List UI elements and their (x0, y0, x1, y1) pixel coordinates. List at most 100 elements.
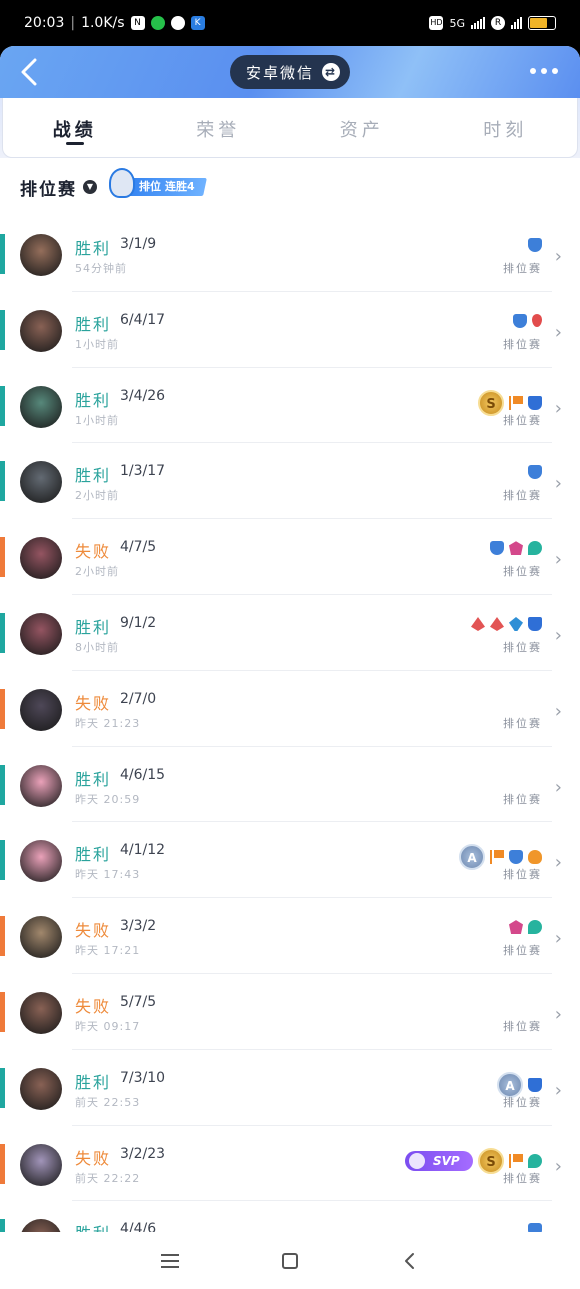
mvp-medal-icon (513, 313, 527, 328)
match-list: 胜利 3/1/9 54分钟前 排位赛 › 胜利 6/4/17 1小时前 排位赛 … (0, 216, 580, 1232)
mvp-medal-icon (528, 238, 542, 252)
match-result: 失败 (75, 693, 112, 713)
match-result: 胜利 (75, 1220, 111, 1232)
match-row[interactable]: 失败 2/7/0 昨天 21:23 排位赛 › (0, 671, 580, 747)
match-result: 失败 (75, 1148, 112, 1168)
match-mode: 排位赛 (503, 262, 542, 275)
match-row[interactable]: 胜利 1/3/17 2小时前 排位赛 › (0, 443, 580, 520)
account-switcher[interactable]: 安卓微信 ⇄ (229, 55, 350, 89)
match-kda: 4/6/15 (120, 766, 166, 783)
match-kda: 2/7/0 (120, 690, 157, 707)
match-badges (528, 1223, 542, 1232)
match-row[interactable]: 胜利 7/3/10 前天 22:53 A 排位赛 › (0, 1050, 580, 1126)
match-kda: 6/4/17 (120, 311, 166, 328)
match-row[interactable]: 胜利 9/1/2 8小时前 排位赛 › (0, 595, 580, 671)
hero-avatar (20, 1143, 62, 1186)
mode-filter[interactable]: 排位赛 ▼ 排位 连胜4 (0, 158, 580, 216)
match-time: 昨天 17:21 (75, 944, 141, 958)
tab-moments[interactable]: 时刻 (434, 98, 578, 157)
tabs-container: 战绩 荣誉 资产 时刻 (0, 98, 580, 158)
streak-count-label: 连胜4 (164, 180, 195, 193)
match-time: 前天 22:53 (75, 1095, 141, 1109)
tab-bar: 战绩 荣誉 资产 时刻 (2, 98, 578, 158)
system-nav-bar (0, 1232, 580, 1289)
match-badges (509, 920, 542, 935)
result-indicator (0, 1143, 5, 1184)
chevron-right-icon: › (554, 397, 562, 419)
chevron-right-icon: › (554, 1155, 562, 1177)
match-result: 失败 (75, 921, 112, 941)
match-result: 胜利 (75, 845, 112, 865)
result-indicator (0, 764, 5, 805)
match-row[interactable]: 胜利 4/1/12 昨天 17:43 A 排位赛 › (0, 822, 580, 899)
more-button[interactable] (530, 68, 558, 74)
chevron-right-icon: › (554, 549, 562, 571)
match-row[interactable]: 胜利 4/4/6 › (0, 1201, 580, 1232)
hero-avatar (20, 688, 62, 731)
match-row[interactable]: 失败 4/7/5 2小时前 排位赛 › (0, 519, 580, 595)
match-badges (528, 238, 542, 252)
match-result: 失败 (75, 542, 112, 562)
result-indicator (0, 537, 5, 578)
fire-medal-icon (528, 850, 542, 865)
match-time: 1小时前 (75, 337, 119, 351)
match-result: 胜利 (75, 390, 112, 410)
match-row[interactable]: 失败 5/7/5 昨天 09:17 排位赛 › (0, 974, 580, 1050)
home-button[interactable] (281, 1252, 298, 1269)
match-row[interactable]: 胜利 3/1/9 54分钟前 排位赛 › (0, 216, 580, 292)
nfc-icon: N (130, 16, 145, 30)
hero-avatar (20, 1067, 62, 1110)
mvp-medal-icon (528, 465, 542, 480)
r-icon: R (491, 16, 505, 30)
match-row[interactable]: 胜利 4/6/15 昨天 20:59 排位赛 › (0, 747, 580, 823)
chevron-down-icon: ▼ (83, 180, 97, 194)
status-time: 20:03 (24, 15, 65, 31)
swap-icon: ⇄ (322, 63, 340, 81)
match-mode: 排位赛 (503, 792, 542, 806)
tab-assets[interactable]: 资产 (290, 98, 434, 157)
match-result: 胜利 (75, 769, 112, 789)
match-row[interactable]: 失败 3/3/2 昨天 17:21 排位赛 › (0, 898, 580, 974)
demon-medal-icon (509, 920, 523, 935)
heart-medal-icon (528, 1153, 542, 1168)
demon-medal-icon (509, 541, 523, 556)
tab-record[interactable]: 战绩 (3, 98, 147, 157)
tab-honor[interactable]: 荣誉 (147, 98, 291, 157)
match-row[interactable]: 胜利 3/4/26 1小时前 S 排位赛 › (0, 368, 580, 444)
hero-avatar (20, 764, 62, 807)
match-badges (513, 313, 542, 328)
hero-avatar (20, 385, 62, 428)
match-time: 昨天 17:43 (75, 868, 141, 882)
match-time: 1小时前 (75, 413, 119, 427)
chevron-right-icon: › (554, 928, 562, 950)
status-bar: 20:03 | 1.0K/s N K HD 5G R (0, 0, 580, 46)
back-arrow-icon (21, 58, 37, 86)
match-badges (528, 465, 542, 480)
match-row[interactable]: 失败 3/2/23 前天 22:22 SVP S 排位赛 › (0, 1126, 580, 1202)
result-indicator (0, 916, 5, 957)
shield-icon (528, 395, 542, 410)
shield-icon (528, 1077, 542, 1092)
app-k-icon: K (190, 16, 205, 30)
result-indicator (0, 1219, 5, 1232)
match-result: 胜利 (75, 466, 112, 486)
chevron-right-icon: › (554, 246, 562, 267)
recent-apps-button[interactable] (161, 1253, 180, 1268)
signal-2-icon (511, 17, 522, 29)
match-row[interactable]: 胜利 6/4/17 1小时前 排位赛 › (0, 292, 580, 368)
heart-medal-icon (528, 541, 542, 556)
hero-avatar (20, 1219, 62, 1232)
match-kda: 9/1/2 (120, 614, 157, 631)
match-time: 前天 22:22 (75, 1171, 141, 1185)
hero-avatar (20, 916, 62, 959)
mvp-medal-icon (490, 541, 504, 556)
system-back-button[interactable] (401, 1252, 419, 1270)
match-kda: 1/3/17 (120, 463, 166, 480)
account-label: 安卓微信 (245, 63, 314, 82)
s-rank-badge: S (478, 1147, 504, 1174)
flag-icon (509, 1153, 523, 1168)
svp-badge: SVP (405, 1150, 473, 1171)
a-rank-badge: A (459, 844, 485, 871)
match-kda: 3/4/26 (120, 387, 166, 404)
back-button[interactable] (14, 56, 44, 88)
